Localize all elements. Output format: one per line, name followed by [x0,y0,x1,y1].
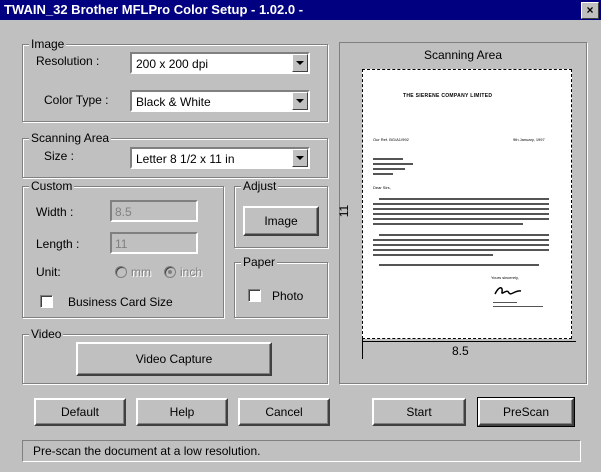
close-button[interactable]: × [581,2,599,19]
length-label: Length : [36,237,80,251]
color-type-value: Black & White [136,95,211,109]
doc-sign-line [493,302,517,303]
signature-image [494,287,522,295]
unit-mm-label: mm [131,265,151,279]
scanning-area-preview[interactable]: Scanning Area 11 8.5 THE SIERENE COMPANY… [337,42,587,384]
length-value: 11 [115,237,128,251]
photo-checkbox[interactable] [248,289,261,302]
doc-body-line [373,213,549,215]
doc-body-line [379,264,539,266]
chevron-down-icon [296,61,304,65]
start-button[interactable]: Start [372,398,466,426]
video-group-label: Video [29,327,64,341]
doc-address-line [373,173,393,175]
prescan-button[interactable]: PreScan [477,397,575,427]
status-text: Pre-scan the document at a low resolutio… [33,444,261,458]
default-button-label: Default [60,405,100,419]
doc-address-line [373,163,413,165]
scanned-page-preview[interactable]: THE SIERENE COMPANY LIMITED Our Ref. BG/… [362,69,572,339]
doc-body-line [379,234,549,236]
doc-body-line [379,198,549,200]
resolution-label: Resolution : [36,53,99,69]
size-select[interactable]: Letter 8 1/2 x 11 in [130,147,310,169]
custom-group-label: Custom [29,179,75,193]
title-bar[interactable]: TWAIN_32 Brother MFLPro Color Setup - 1.… [0,0,601,20]
doc-body-line [373,223,523,225]
width-label: Width : [36,205,74,219]
doc-ref-left: Our Ref. BG/A1/992 [373,137,409,142]
default-button[interactable]: Default [34,398,126,426]
business-card-checkbox[interactable] [40,295,53,308]
doc-body-line [373,239,549,241]
image-group-label: Image [29,37,67,51]
doc-salutation: Dear Sirs, [373,185,391,190]
cancel-button-label: Cancel [265,405,303,419]
video-capture-button[interactable]: Video Capture [76,342,272,376]
resolution-select[interactable]: 200 x 200 dpi [130,52,310,74]
doc-body-line [373,203,549,205]
twain-setup-window: TWAIN_32 Brother MFLPro Color Setup - 1.… [0,0,601,472]
doc-body-line [373,218,549,220]
doc-address-line [373,158,403,160]
prescan-button-label: PreScan [502,405,550,419]
doc-heading: THE SIERENE COMPANY LIMITED [403,93,493,99]
close-icon: × [586,3,594,17]
photo-label: Photo [272,289,304,303]
unit-inch-label: inch [180,265,203,279]
unit-label: Unit: [36,265,61,279]
paper-group-label: Paper [241,255,278,269]
unit-inch-radio[interactable] [164,266,176,278]
doc-body-line [373,208,549,210]
adjust-group-label: Adjust [241,179,279,193]
doc-address-line [373,168,405,170]
horizontal-ruler [362,341,576,342]
ruler-side-value: 11 [337,204,352,218]
unit-mm-radio[interactable] [115,266,127,278]
doc-body-line [373,244,549,246]
doc-body-line [373,249,549,251]
scanning-area-group-label: Scanning Area [29,131,112,145]
resolution-label-text: Resolution : [36,54,100,68]
help-button-label: Help [169,405,195,419]
color-type-dropdown-button[interactable] [292,92,308,110]
width-input[interactable]: 8.5 [110,200,198,222]
preview-title: Scanning Area [423,48,503,62]
image-adjust-button-label: Image [264,214,298,228]
color-type-select[interactable]: Black & White [130,90,310,112]
cancel-button[interactable]: Cancel [238,398,330,426]
image-adjust-button[interactable]: Image [243,206,319,236]
doc-ref-right: 9th January, 1997 [513,137,545,142]
length-input[interactable]: 11 [110,232,198,254]
status-bar: Pre-scan the document at a low resolutio… [22,440,581,462]
start-button-label: Start [406,405,432,419]
width-value: 8.5 [115,205,132,219]
help-button[interactable]: Help [136,398,228,426]
size-dropdown-button[interactable] [292,149,308,167]
ruler-bottom-value: 8.5 [452,344,469,358]
resolution-dropdown-button[interactable] [292,54,308,72]
resolution-value: 200 x 200 dpi [136,57,209,71]
color-type-label: Color Type : [44,93,109,107]
size-value: Letter 8 1/2 x 11 in [136,152,235,166]
chevron-down-icon [296,99,304,103]
doc-sign-line [493,306,543,307]
size-label: Size : [44,149,75,163]
window-title: TWAIN_32 Brother MFLPro Color Setup - 1.… [4,2,304,17]
doc-body-line [373,254,493,256]
chevron-down-icon [296,156,304,160]
business-card-label: Business Card Size [68,295,173,309]
video-capture-button-label: Video Capture [135,352,213,366]
